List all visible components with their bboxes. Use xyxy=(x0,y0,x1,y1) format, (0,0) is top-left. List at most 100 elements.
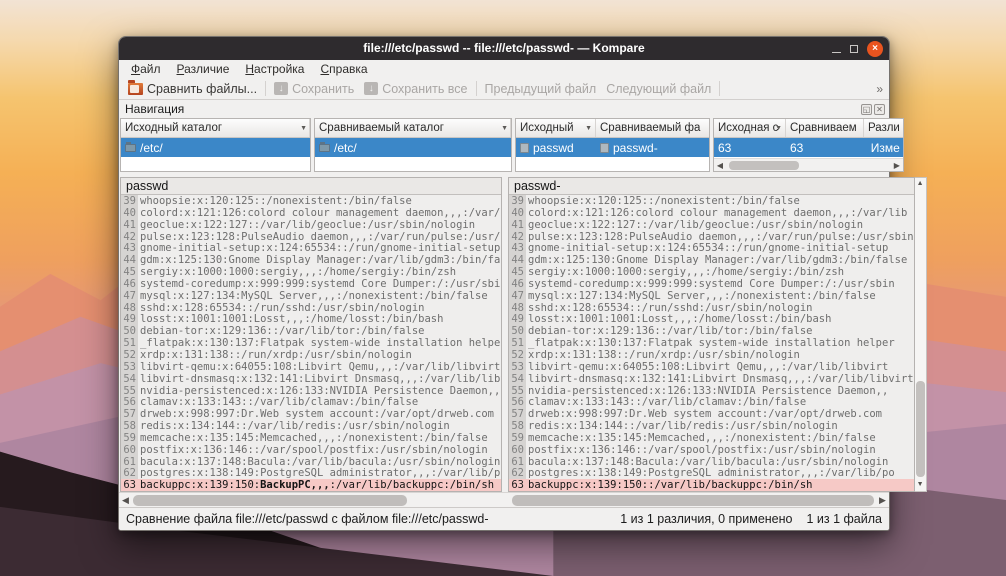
difference-header[interactable]: Разли xyxy=(864,119,903,137)
close-button[interactable]: × xyxy=(867,41,883,57)
toolbar-overflow-icon[interactable]: » xyxy=(876,82,885,96)
diff-line[interactable]: 55nvidia-persistenced:x:126:133:NVIDIA P… xyxy=(121,385,501,397)
diff-line[interactable]: 60postfix:x:136:146::/var/spool/postfix:… xyxy=(121,444,501,456)
scrollbar-thumb[interactable] xyxy=(512,495,874,506)
diff-line[interactable]: 54libvirt-dnsmasq:x:132:141:Libvirt Dnsm… xyxy=(121,373,501,385)
source-line-value: 63 xyxy=(714,141,786,155)
titlebar[interactable]: file:///etc/passwd -- file:///etc/passwd… xyxy=(119,37,889,60)
diff-line[interactable]: 42pulse:x:123:128:PulseAudio daemon,,,:/… xyxy=(121,231,501,243)
diff-line[interactable]: 54libvirt-dnsmasq:x:132:141:Libvirt Dnsm… xyxy=(509,373,914,385)
diff-line[interactable]: 40colord:x:121:126:colord colour managem… xyxy=(121,207,501,219)
scrollbar-thumb[interactable] xyxy=(133,495,407,506)
stats-horizontal-scrollbar[interactable]: ◀ ▶ xyxy=(714,158,903,171)
diff-line[interactable]: 45sergiy:x:1000:1000:sergiy,,,:/home/ser… xyxy=(509,266,914,278)
destination-file-header[interactable]: Сравниваемый фа xyxy=(596,119,709,137)
diff-line[interactable]: 59memcache:x:135:145:Memcached,,,:/nonex… xyxy=(121,432,501,444)
diff-line[interactable]: 48sshd:x:128:65534::/run/sshd:/usr/sbin/… xyxy=(121,302,501,314)
diff-line[interactable]: 43gnome-initial-setup:x:124:65534::/run/… xyxy=(509,242,914,254)
maximize-button[interactable] xyxy=(850,45,858,53)
diff-line[interactable]: 51_flatpak:x:130:137:Flatpak system-wide… xyxy=(121,337,501,349)
diff-line[interactable]: 47mysql:x:127:134:MySQL Server,,,:/nonex… xyxy=(509,290,914,302)
menu-settings[interactable]: Настройка xyxy=(237,61,312,77)
diff-line[interactable]: 50debian-tor:x:129:136::/var/lib/tor:/bi… xyxy=(509,325,914,337)
scroll-right-icon[interactable]: ▶ xyxy=(891,161,903,170)
diff-line[interactable]: 39whoopsie:x:120:125::/nonexistent:/bin/… xyxy=(509,195,914,207)
destination-folder-row[interactable]: /etc/ xyxy=(315,138,511,157)
diff-line[interactable]: 51_flatpak:x:130:137:Flatpak system-wide… xyxy=(509,337,914,349)
diff-line[interactable]: 53libvirt-qemu:x:64055:108:Libvirt Qemu,… xyxy=(509,361,914,373)
diff-line[interactable]: 43gnome-initial-setup:x:124:65534::/run/… xyxy=(121,242,501,254)
diff-line[interactable]: 49losst:x:1001:1001:Losst,,,:/home/losst… xyxy=(121,313,501,325)
close-panel-icon[interactable]: ✕ xyxy=(874,104,885,115)
diff-line[interactable]: 45sergiy:x:1000:1000:sergiy,,,:/home/ser… xyxy=(121,266,501,278)
diff-line[interactable]: 44gdm:x:125:130:Gnome Display Manager:/v… xyxy=(509,254,914,266)
destination-scroll-track[interactable] xyxy=(508,495,876,506)
diff-line[interactable]: 46systemd-coredump:x:999:999:systemd Cor… xyxy=(509,278,914,290)
scrollbar-thumb[interactable] xyxy=(916,381,925,477)
line-number: 61 xyxy=(121,456,138,468)
horizontal-scrollbar[interactable]: ◀ ▶ xyxy=(119,492,889,507)
line-text: xrdp:x:131:138::/run/xrdp:/usr/sbin/nolo… xyxy=(138,349,501,361)
source-scroll-track[interactable] xyxy=(132,495,502,506)
diff-line[interactable]: 62postgres:x:138:149:PostgreSQL administ… xyxy=(509,467,914,479)
diff-line[interactable]: 52xrdp:x:131:138::/run/xrdp:/usr/sbin/no… xyxy=(509,349,914,361)
diff-line[interactable]: 60postfix:x:136:146::/var/spool/postfix:… xyxy=(509,444,914,456)
diff-line[interactable]: 52xrdp:x:131:138::/run/xrdp:/usr/sbin/no… xyxy=(121,349,501,361)
line-stats-row[interactable]: 63 63 Изме xyxy=(714,138,903,157)
line-text: backuppc:x:139:150::/var/lib/backuppc:/b… xyxy=(526,479,914,491)
scroll-down-icon[interactable]: ▼ xyxy=(917,479,924,491)
diff-line[interactable]: 58redis:x:134:144::/var/lib/redis:/usr/s… xyxy=(509,420,914,432)
line-text: postfix:x:136:146::/var/spool/postfix:/u… xyxy=(526,444,914,456)
diff-line[interactable]: 63backuppc:x:139:150::/var/lib/backuppc:… xyxy=(509,479,914,491)
compare-files-label: Сравнить файлы... xyxy=(147,82,257,96)
diff-line[interactable]: 42pulse:x:123:128:PulseAudio daemon,,,:/… xyxy=(509,231,914,243)
source-file-header[interactable]: Исходный ▼ xyxy=(516,119,596,137)
diff-line[interactable]: 56clamav:x:133:143::/var/lib/clamav:/bin… xyxy=(509,396,914,408)
diff-line[interactable]: 44gdm:x:125:130:Gnome Display Manager:/v… xyxy=(121,254,501,266)
vertical-scrollbar[interactable]: ▲ ▼ xyxy=(915,177,927,492)
line-number: 43 xyxy=(509,242,526,254)
diff-line[interactable]: 61bacula:x:137:148:Bacula:/var/lib/bacul… xyxy=(121,456,501,468)
scroll-left-icon[interactable]: ◀ xyxy=(119,495,132,506)
diff-line[interactable]: 57drweb:x:998:997:Dr.Web system account:… xyxy=(509,408,914,420)
scroll-right-icon[interactable]: ▶ xyxy=(876,495,889,506)
file-pair-row[interactable]: passwd passwd- xyxy=(516,138,709,157)
diff-line[interactable]: 62postgres:x:138:149:PostgreSQL administ… xyxy=(121,467,501,479)
diff-line[interactable]: 56clamav:x:133:143::/var/lib/clamav:/bin… xyxy=(121,396,501,408)
menu-help[interactable]: Справка xyxy=(312,61,375,77)
next-file-label: Следующий файл xyxy=(606,82,711,96)
diff-line[interactable]: 48sshd:x:128:65534::/run/sshd:/usr/sbin/… xyxy=(509,302,914,314)
diff-line[interactable]: 39whoopsie:x:120:125::/nonexistent:/bin/… xyxy=(121,195,501,207)
diff-line[interactable]: 53libvirt-qemu:x:64055:108:Libvirt Qemu,… xyxy=(121,361,501,373)
diff-line[interactable]: 40colord:x:121:126:colord colour managem… xyxy=(509,207,914,219)
diff-line[interactable]: 63backuppc:x:139:150:BackupPC,,,:/var/li… xyxy=(121,479,501,491)
minimize-button[interactable] xyxy=(832,44,841,53)
destination-line-header[interactable]: Сравниваем xyxy=(786,119,864,137)
menu-difference[interactable]: Различие xyxy=(169,61,238,77)
line-text: memcache:x:135:145:Memcached,,,:/nonexis… xyxy=(526,432,914,444)
diff-line[interactable]: 59memcache:x:135:145:Memcached,,,:/nonex… xyxy=(509,432,914,444)
scrollbar-thumb[interactable] xyxy=(729,161,798,170)
source-line-header[interactable]: Исходная с ▼ xyxy=(714,119,786,137)
diff-line[interactable]: 47mysql:x:127:134:MySQL Server,,,:/nonex… xyxy=(121,290,501,302)
compare-files-button[interactable]: Сравнить файлы... xyxy=(123,81,262,97)
source-folder-row[interactable]: /etc/ xyxy=(121,138,310,157)
float-panel-icon[interactable]: ◱ xyxy=(861,104,872,115)
diff-line[interactable]: 41geoclue:x:122:127::/var/lib/geoclue:/u… xyxy=(509,219,914,231)
source-folder-header[interactable]: Исходный каталог xyxy=(121,119,310,137)
diff-line[interactable]: 61bacula:x:137:148:Bacula:/var/lib/bacul… xyxy=(509,456,914,468)
diff-line[interactable]: 46systemd-coredump:x:999:999:systemd Cor… xyxy=(121,278,501,290)
line-number: 40 xyxy=(121,207,138,219)
diff-line[interactable]: 57drweb:x:998:997:Dr.Web system account:… xyxy=(121,408,501,420)
scroll-left-icon[interactable]: ◀ xyxy=(714,161,726,170)
scroll-up-icon[interactable]: ▲ xyxy=(917,178,924,190)
diff-line[interactable]: 41geoclue:x:122:127::/var/lib/geoclue:/u… xyxy=(121,219,501,231)
diff-line[interactable]: 58redis:x:134:144::/var/lib/redis:/usr/s… xyxy=(121,420,501,432)
menu-file[interactable]: Файл xyxy=(123,61,169,77)
line-text: sergiy:x:1000:1000:sergiy,,,:/home/sergi… xyxy=(526,266,914,278)
diff-line[interactable]: 49losst:x:1001:1001:Losst,,,:/home/losst… xyxy=(509,313,914,325)
source-file-value: passwd xyxy=(533,141,574,155)
destination-folder-header[interactable]: Сравниваемый каталог xyxy=(315,119,511,137)
diff-line[interactable]: 55nvidia-persistenced:x:126:133:NVIDIA P… xyxy=(509,385,914,397)
diff-line[interactable]: 50debian-tor:x:129:136::/var/lib/tor:/bi… xyxy=(121,325,501,337)
